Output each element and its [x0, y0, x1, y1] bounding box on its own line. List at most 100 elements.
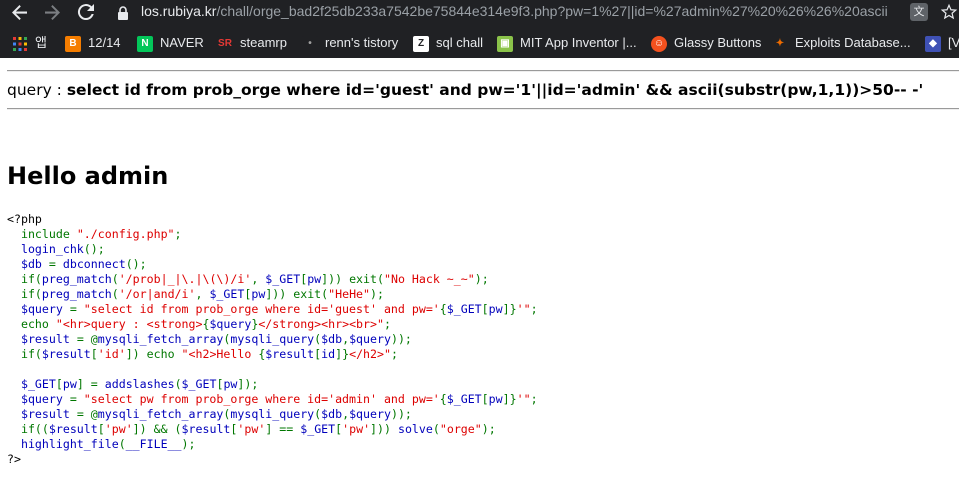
code-line: $_GET[pw] = addslashes($_GET[pw]); [7, 377, 538, 392]
code-line: $query = "select id from prob_orge where… [7, 302, 538, 317]
code-token: $db [321, 407, 343, 421]
code-line: $query = "select pw from prob_orge where… [7, 392, 538, 407]
bookmark-sql-chall[interactable]: Zsql chall [413, 30, 483, 56]
code-token: $db [7, 257, 49, 271]
bookmark-label: sql chall [436, 35, 483, 50]
code-token: include [7, 227, 77, 241]
code-token: </strong><hr><br>" [258, 317, 384, 331]
exploit-db-icon: ✦ [772, 35, 788, 52]
code-token: ); [181, 437, 196, 451]
code-token: ); [370, 287, 384, 301]
code-token: , [195, 287, 210, 301]
bookmark-label: steamrp [240, 35, 287, 50]
code-token: '" [516, 302, 531, 316]
code-token: = [48, 257, 63, 271]
code-token: "./config.php" [76, 227, 175, 241]
code-token: highlight_file [7, 437, 119, 451]
code-line: login_chk(); [7, 242, 538, 257]
code-token: id [321, 347, 336, 361]
code-token: pw [62, 377, 77, 391]
code-token: $_GET [446, 302, 482, 316]
code-token: 'id' [97, 347, 126, 361]
bookmark-steamrp[interactable]: SR steamrp [217, 30, 287, 56]
code-token: <?php [7, 212, 42, 226]
bookmark-label: MIT App Inventor |... [520, 35, 637, 50]
code-token: )); [390, 332, 412, 346]
code-token: ( [118, 437, 126, 451]
bookmark-mit-app-inventor[interactable]: ▣ MIT App Inventor |... [497, 30, 637, 56]
code-token: $result [7, 332, 77, 346]
code-token: $_GET [7, 377, 56, 391]
code-token: ( [174, 377, 182, 391]
code-token: pw [223, 377, 238, 391]
code-line: $result = @mysqli_fetch_array(mysqli_que… [7, 407, 538, 422]
z-icon: Z [413, 35, 429, 52]
code-line: highlight_file(__FILE__); [7, 437, 538, 452]
code-token: "HeHe" [328, 287, 371, 301]
code-token: ); [481, 422, 496, 436]
forward-arrow-icon[interactable] [40, 0, 64, 24]
code-token: '" [516, 392, 531, 406]
code-token: ; [530, 302, 538, 316]
bookmark-12-14[interactable]: B 12/14 [65, 30, 121, 56]
code-token: ( [432, 422, 440, 436]
address-bar-url[interactable]: los.rubiya.kr/chall/orge_bad2f25db233a75… [141, 0, 888, 24]
code-token: preg_match [41, 272, 112, 286]
code-line: ?> [7, 452, 538, 467]
bookmark-naver[interactable]: N NAVER [137, 30, 204, 56]
code-token: "select pw from prob_orge where id='admi… [83, 392, 440, 406]
code-token: ]) echo [125, 347, 182, 361]
code-token: = @ [76, 332, 98, 346]
code-token: $query [349, 407, 391, 421]
code-token: $_GET [209, 287, 245, 301]
code-line: $result = @mysqli_fetch_array(mysqli_que… [7, 332, 538, 347]
code-token: mysqli_fetch_array [97, 332, 224, 346]
lock-icon[interactable] [116, 5, 130, 20]
reload-icon[interactable] [74, 0, 98, 24]
code-token: pw [488, 302, 503, 316]
code-token: [ [97, 422, 105, 436]
code-token: ( [111, 287, 119, 301]
code-token: "orge" [439, 422, 482, 436]
bookmark-glassy-buttons[interactable]: ☺ Glassy Buttons [651, 30, 761, 56]
url-host: los.rubiya.kr [141, 3, 217, 19]
code-token: ; [390, 347, 398, 361]
bookmark-star-icon[interactable] [940, 3, 958, 21]
code-token: $db [321, 332, 343, 346]
code-line: <?php [7, 212, 538, 227]
code-token: [ [481, 392, 489, 406]
code-token: ] == [265, 422, 301, 436]
code-token: 'pw' [237, 422, 266, 436]
extra-bookmark-icon: ◆ [925, 35, 941, 52]
code-token: ); [474, 272, 489, 286]
back-arrow-icon[interactable] [8, 0, 32, 24]
code-token: ]} [502, 302, 517, 316]
code-token: $result [181, 422, 231, 436]
top-divider [7, 70, 959, 72]
code-token: ]) && ( [132, 422, 182, 436]
code-line: if(($result['pw']) && ($result['pw'] == … [7, 422, 538, 437]
code-token: ])) [370, 422, 398, 436]
bookmark-renns-tistory[interactable]: • renn's tistory [302, 30, 398, 56]
code-token: { [439, 302, 447, 316]
code-token: echo [7, 317, 56, 331]
bookmark-extra[interactable]: ◆ [V [925, 30, 959, 56]
code-token: pw [251, 287, 266, 301]
code-token: __FILE__ [125, 437, 182, 451]
code-token: "select id from prob_orge where id='gues… [83, 302, 440, 316]
code-token: ; [174, 227, 182, 241]
code-token: ] = [76, 377, 105, 391]
bookmark-apps[interactable]: 앱 [12, 30, 47, 56]
bookmark-exploits-database[interactable]: ✦ Exploits Database... [772, 30, 911, 56]
code-token: , [251, 272, 266, 286]
code-token: $_GET [446, 392, 482, 406]
steamrp-icon: SR [217, 35, 233, 52]
code-token: ])) exit( [321, 272, 384, 286]
translate-icon[interactable]: 文 [910, 3, 928, 21]
code-token: "<h2>Hello [181, 347, 259, 361]
tistory-icon: • [302, 35, 318, 52]
code-token: preg_match [41, 287, 112, 301]
code-token: ]); [237, 377, 259, 391]
code-line: if($result['id']) echo "<h2>Hello {$resu… [7, 347, 538, 362]
code-line: if(preg_match('/prob|_|\.|\(\)/i', $_GET… [7, 272, 538, 287]
